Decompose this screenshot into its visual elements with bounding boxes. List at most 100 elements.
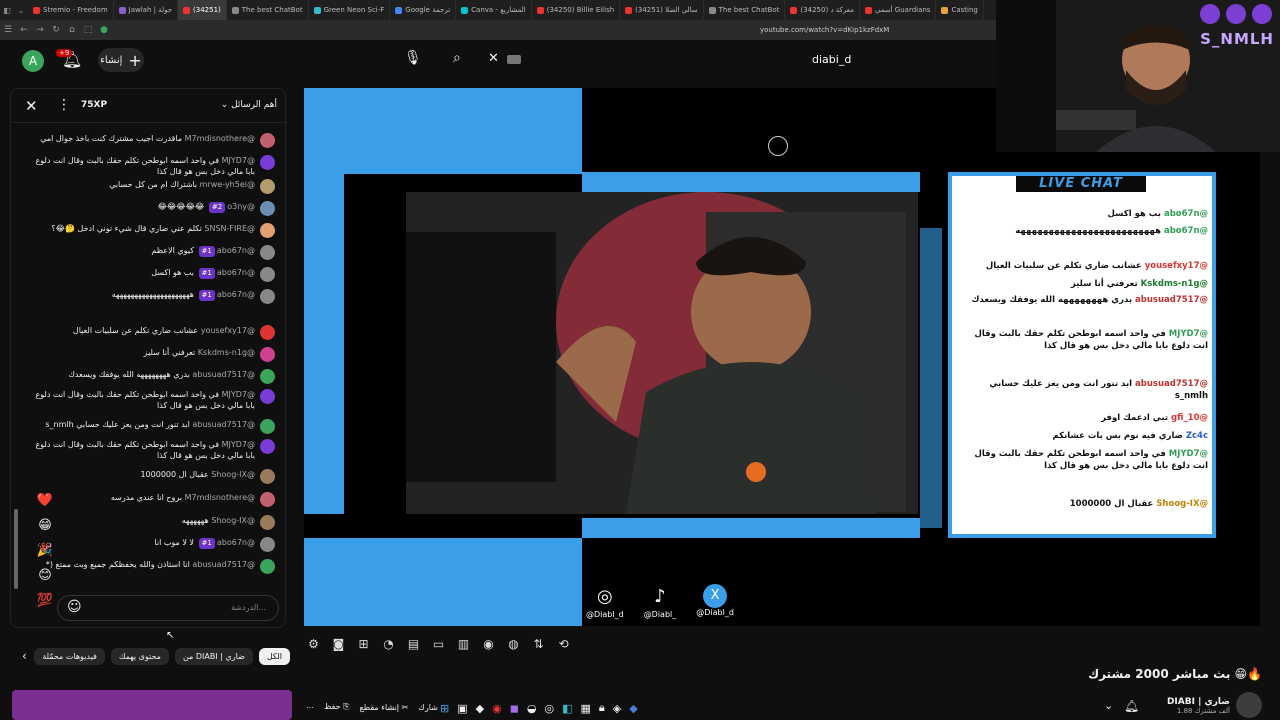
browser-tab[interactable]: (34250) Billie Eilish bbox=[532, 0, 621, 20]
home-icon[interactable]: ⌂ bbox=[64, 25, 80, 35]
film-icon[interactable]: ▤ bbox=[404, 637, 423, 651]
author-name[interactable]: @o3ny bbox=[227, 202, 255, 211]
channel-avatar[interactable] bbox=[1236, 692, 1262, 718]
user-avatar[interactable] bbox=[260, 369, 275, 384]
author-name[interactable]: @MJYD7 bbox=[222, 156, 255, 165]
tab-search-icon[interactable]: ⌄ bbox=[14, 6, 28, 15]
menu-icon[interactable]: ☰ bbox=[0, 25, 16, 35]
browser-app-icon[interactable]: ◉ bbox=[492, 702, 502, 715]
author-name[interactable]: @abo67n bbox=[217, 246, 255, 255]
browser-tab[interactable]: (34251) سالي الضلا bbox=[620, 0, 704, 20]
more-actions-icon[interactable]: ⋯ bbox=[306, 703, 314, 712]
chip-from-channel[interactable]: من DIABI | ضاري bbox=[174, 647, 253, 665]
voice-search-mic-icon[interactable]: 🎙︎ bbox=[404, 50, 422, 66]
author-name[interactable]: @SNSN-FIRE bbox=[204, 224, 255, 233]
app-icon[interactable]: ◆ bbox=[629, 702, 637, 715]
share-button[interactable]: شارك bbox=[418, 703, 438, 712]
browser-tab[interactable]: The best ChatBot bbox=[227, 0, 309, 20]
browser-tab[interactable]: Casting bbox=[936, 0, 984, 20]
author-name[interactable]: @MJYD7 bbox=[222, 440, 255, 449]
chat-more-icon[interactable]: ⋮ bbox=[57, 97, 71, 113]
user-avatar[interactable] bbox=[260, 389, 275, 404]
top-chat-dropdown[interactable]: ⌄ أهم الرسائل bbox=[221, 100, 277, 110]
audio-icon[interactable]: ◍ bbox=[504, 637, 523, 651]
picture-in-picture-icon[interactable]: ▭ bbox=[429, 637, 448, 651]
related-video-thumbnail[interactable] bbox=[12, 690, 292, 720]
speed-icon[interactable]: ◔ bbox=[379, 637, 398, 651]
reaction-emoji[interactable]: ❤️ bbox=[35, 493, 55, 508]
author-name[interactable]: @M7mdisnothere bbox=[185, 134, 255, 143]
author-name[interactable]: @M7mdisnothere bbox=[185, 493, 255, 502]
user-avatar[interactable] bbox=[260, 537, 275, 552]
user-avatar[interactable] bbox=[260, 325, 275, 340]
app-icon[interactable]: ◧ bbox=[562, 702, 572, 715]
create-button[interactable]: إنشاء + bbox=[98, 48, 144, 72]
save-button[interactable]: حفظ ⎘ bbox=[324, 702, 350, 712]
video-player[interactable]: LIVE CHAT @abo67n بب هو اكسل @abo67n هههه… bbox=[304, 88, 1260, 626]
browser-tab[interactable]: The best ChatBot bbox=[704, 0, 786, 20]
search-input[interactable]: diabi_d bbox=[812, 53, 851, 66]
reaction-emoji[interactable]: 😁 bbox=[35, 518, 55, 533]
user-avatar[interactable] bbox=[260, 469, 275, 484]
user-avatar[interactable] bbox=[260, 492, 275, 507]
loop-icon[interactable]: ⟲ bbox=[554, 637, 573, 651]
reload-icon[interactable]: ↻ bbox=[48, 25, 64, 35]
channel-info[interactable]: DIABI | ضاري 1.88 ألف مشترك bbox=[1167, 697, 1230, 715]
author-name[interactable]: @abusuad7517 bbox=[192, 560, 255, 569]
forward-icon[interactable]: → bbox=[32, 25, 48, 35]
chat-input[interactable]: الدردشة... bbox=[57, 595, 279, 621]
chevron-down-icon[interactable]: ⌄ bbox=[1104, 699, 1113, 712]
user-avatar[interactable] bbox=[260, 223, 275, 238]
app-icon[interactable]: ◒ bbox=[527, 702, 537, 715]
chip-all[interactable]: الكل bbox=[258, 647, 290, 665]
user-avatar[interactable] bbox=[260, 515, 275, 530]
clear-search-icon[interactable]: ✕ bbox=[488, 51, 499, 66]
user-avatar[interactable] bbox=[260, 439, 275, 454]
app-icon[interactable]: ◎ bbox=[544, 702, 554, 715]
reaction-emoji[interactable]: 🎉 bbox=[35, 543, 55, 558]
close-chat-icon[interactable]: ✕ bbox=[25, 97, 38, 115]
address-bar[interactable]: youtube.com/watch?v=dKip1kzFdxM bbox=[760, 26, 889, 34]
user-avatar[interactable] bbox=[260, 289, 275, 304]
user-avatar[interactable] bbox=[260, 559, 275, 574]
settings-gear-icon[interactable]: ⚙ bbox=[304, 637, 323, 651]
search-icon[interactable]: ⌕ bbox=[453, 50, 461, 66]
author-name[interactable]: @yousefxy17 bbox=[201, 326, 255, 335]
camera-icon[interactable]: ◉ bbox=[479, 637, 498, 651]
author-name[interactable]: @MJYD7 bbox=[222, 390, 255, 399]
screenshot-icon[interactable]: ◙ bbox=[329, 637, 348, 651]
app-icon[interactable]: ▣ bbox=[457, 702, 467, 715]
sort-icon[interactable]: ⇅ bbox=[529, 637, 548, 651]
author-name[interactable]: @abo67n bbox=[217, 290, 255, 299]
clip-button[interactable]: إنشاء مقطع ✂ bbox=[360, 703, 409, 712]
browser-tab[interactable]: (34250) معركة د bbox=[785, 0, 860, 20]
chip-uploaded[interactable]: فيديوهات محمّلة bbox=[34, 647, 105, 665]
chat-scrollbar[interactable] bbox=[14, 509, 18, 589]
subscribe-bell-icon[interactable]: 🔔︎ bbox=[1124, 699, 1139, 713]
extension-icon[interactable]: ⬚ bbox=[80, 25, 96, 35]
window-menu-icon[interactable]: ◧ bbox=[0, 6, 14, 15]
author-name[interactable]: @Shoog-IX bbox=[211, 470, 255, 479]
user-avatar[interactable] bbox=[260, 267, 275, 282]
app-icon[interactable]: ◆ bbox=[476, 702, 484, 715]
author-name[interactable]: @Kskdms-n1g bbox=[198, 348, 255, 357]
browser-tab[interactable]: Stremio - Freedom bbox=[28, 0, 114, 20]
browser-tab[interactable]: Green Neon Sci-F bbox=[309, 0, 391, 20]
author-name[interactable]: @mrwe-yh5ei bbox=[200, 180, 255, 189]
chip-for-you[interactable]: محتوى يهمك bbox=[110, 647, 169, 665]
back-icon[interactable]: ← bbox=[16, 25, 32, 35]
user-avatar[interactable] bbox=[260, 245, 275, 260]
app-icon[interactable]: ▦ bbox=[580, 702, 590, 715]
reaction-emoji[interactable]: 💯 bbox=[35, 593, 55, 608]
user-avatar[interactable] bbox=[260, 419, 275, 434]
filmstrip-icon[interactable]: ▥ bbox=[454, 637, 473, 651]
browser-tab[interactable]: Canva - المشاريع bbox=[456, 0, 532, 20]
app-icon[interactable]: ◼ bbox=[510, 702, 519, 715]
author-name[interactable]: @Shoog-IX bbox=[211, 516, 255, 525]
author-name[interactable]: @abusuad7517 bbox=[192, 420, 255, 429]
author-name[interactable]: @abo67n bbox=[217, 538, 255, 547]
windows-start-icon[interactable]: ⊞ bbox=[440, 702, 449, 715]
user-avatar[interactable] bbox=[260, 133, 275, 148]
author-name[interactable]: @abusuad7517 bbox=[192, 370, 255, 379]
user-avatar[interactable] bbox=[260, 155, 275, 170]
